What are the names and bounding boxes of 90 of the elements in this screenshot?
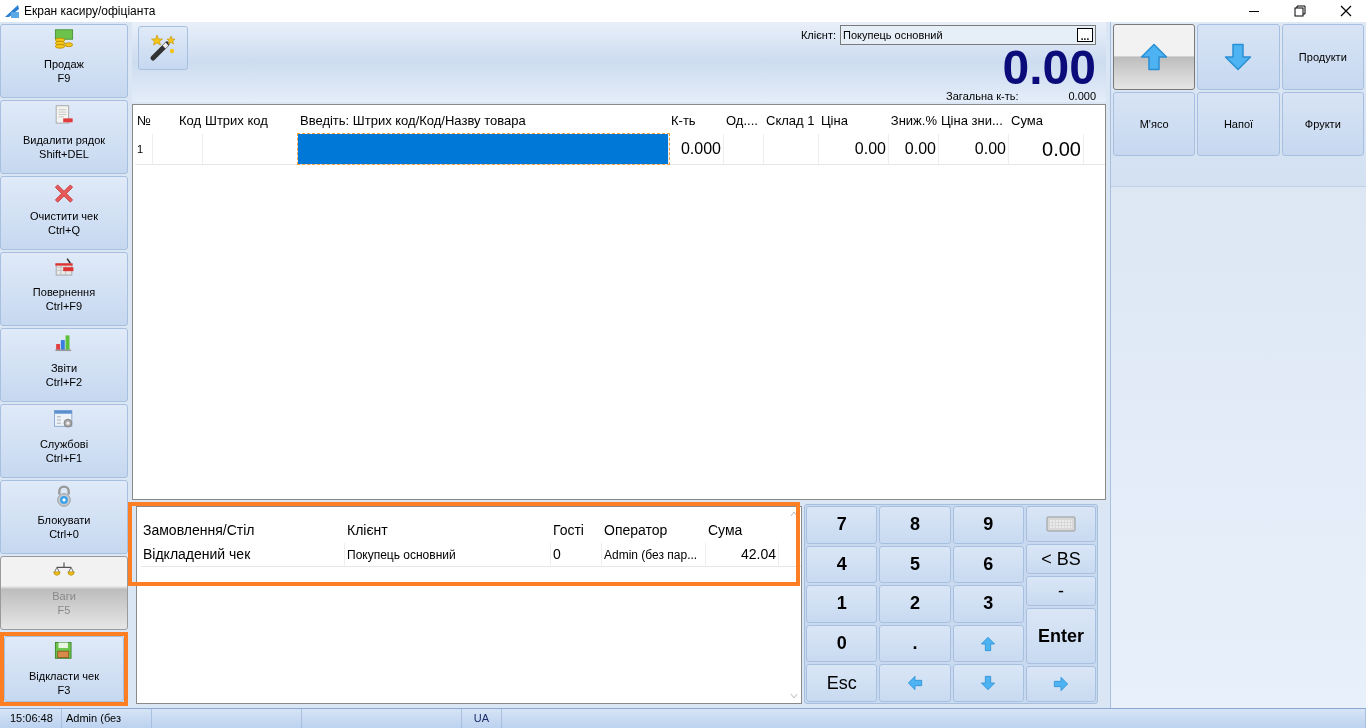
keypad-key[interactable]: 3 xyxy=(952,585,1024,623)
sidebar-button[interactable]: Блокувати Ctrl+0 xyxy=(0,480,128,554)
keypad-key[interactable]: 7 xyxy=(806,506,878,544)
status-time: 15:06:48 xyxy=(10,711,53,727)
total-amount: 0.00 xyxy=(1002,46,1096,90)
sidebar-icon xyxy=(53,409,75,431)
table-cell: 1 xyxy=(135,134,153,164)
keypad-key[interactable] xyxy=(952,624,1024,663)
sidebar-button[interactable]: Відкласти чек F3 xyxy=(4,636,124,702)
column-header[interactable]: Сума xyxy=(1009,108,1084,134)
category-button[interactable] xyxy=(1197,24,1280,90)
keypad-key[interactable]: Esc xyxy=(806,664,878,702)
table-cell[interactable]: Відкладений чек xyxy=(141,543,345,566)
table-cell[interactable]: Покупець основний xyxy=(345,543,551,566)
keypad-key[interactable]: . xyxy=(879,624,951,663)
sidebar-button[interactable]: Продаж F9 xyxy=(0,24,128,98)
keypad-key[interactable]: 4 xyxy=(806,545,878,584)
status-language: UA xyxy=(473,711,490,727)
keypad-key[interactable]: 5 xyxy=(879,545,951,584)
keypad-key[interactable]: 0 xyxy=(806,624,878,663)
keypad-key[interactable]: - xyxy=(1026,576,1096,606)
status-user: Admin (без xyxy=(66,711,121,727)
keypad-key[interactable]: 8 xyxy=(879,506,951,544)
column-header[interactable]: Зниж.% xyxy=(889,108,939,134)
arrow-left-icon xyxy=(907,675,923,692)
keypad-key[interactable]: Enter xyxy=(1026,608,1096,664)
total-quantity: 0.000 xyxy=(1068,90,1096,102)
arrow-up-icon xyxy=(980,635,997,652)
product-input-field[interactable] xyxy=(298,134,669,164)
keypad-key[interactable]: 1 xyxy=(806,585,878,623)
sidebar-button[interactable]: Очистити чек Ctrl+Q xyxy=(0,176,128,250)
column-header[interactable]: Клієнт xyxy=(345,517,551,543)
category-button[interactable]: Продукти xyxy=(1281,24,1364,90)
sidebar-button[interactable]: Звіти Ctrl+F2 xyxy=(0,328,128,402)
table-cell[interactable]: 0 xyxy=(551,543,602,566)
keyboard-icon xyxy=(1046,516,1076,532)
column-header[interactable]: № xyxy=(135,108,153,134)
total-quantity-label: Загальна к-ть: xyxy=(946,90,1019,102)
restore-icon xyxy=(1294,5,1306,17)
keypad-key[interactable] xyxy=(952,664,1024,702)
column-header[interactable]: Гості xyxy=(551,517,602,543)
sidebar-button[interactable]: Повернення Ctrl+F9 xyxy=(0,252,128,326)
column-header[interactable]: Штрих код xyxy=(203,108,298,134)
scroll-up-icon xyxy=(790,511,798,517)
sidebar-icon xyxy=(53,181,75,203)
column-header[interactable]: Ціна зни... xyxy=(939,108,1009,134)
keypad-key[interactable]: 6 xyxy=(952,545,1024,584)
sidebar-button[interactable]: Службові Ctrl+F1 xyxy=(0,404,128,478)
keypad-key[interactable]: 2 xyxy=(879,585,951,623)
keypad-key[interactable]: < BS xyxy=(1026,544,1096,574)
sidebar-icon xyxy=(53,29,75,51)
column-header[interactable]: Ціна xyxy=(819,108,889,134)
column-header[interactable]: Склад 1 xyxy=(764,108,819,134)
column-header[interactable]: Од.... xyxy=(724,108,764,134)
arrow-up-icon xyxy=(1139,42,1170,72)
window-title: Екран касиру/офіціанта xyxy=(24,3,156,20)
column-header[interactable]: Замовлення/Стіл xyxy=(141,517,345,543)
category-button[interactable] xyxy=(1113,24,1196,90)
keypad-key[interactable] xyxy=(879,664,951,702)
column-header[interactable]: Сума xyxy=(706,517,779,543)
column-header[interactable]: К-ть xyxy=(669,108,724,134)
scroll-down-icon xyxy=(790,693,798,699)
sidebar-button[interactable]: Видалити рядок Shift+DEL xyxy=(0,100,128,174)
keypad-key[interactable] xyxy=(1026,506,1096,542)
table-cell: 0.00 xyxy=(1009,134,1084,164)
column-header[interactable]: Оператор xyxy=(602,517,706,543)
table-cell: 0.000 xyxy=(669,134,724,164)
browse-button[interactable]: ... xyxy=(1077,28,1093,42)
category-button[interactable]: Фрукти xyxy=(1281,92,1364,156)
column-header[interactable]: Введіть: Штрих код/Код/Назву товара xyxy=(298,108,669,134)
table-cell[interactable]: 42.04 xyxy=(706,543,779,566)
column-header[interactable]: Код xyxy=(153,108,203,134)
category-button[interactable]: Напої xyxy=(1197,92,1280,156)
arrow-down-icon xyxy=(1223,42,1254,72)
client-field[interactable]: Покупець основний ... xyxy=(840,25,1096,45)
sidebar-icon xyxy=(53,105,75,127)
client-label: Клієнт: xyxy=(800,27,836,43)
table-cell: 0.00 xyxy=(939,134,1009,164)
keypad-key[interactable]: 9 xyxy=(952,506,1024,544)
arrow-right-icon xyxy=(1053,676,1069,692)
category-button[interactable]: М'ясо xyxy=(1113,92,1196,156)
magic-wand-button[interactable] xyxy=(138,26,188,70)
table-cell: 0.00 xyxy=(889,134,939,164)
sidebar-icon xyxy=(53,257,75,279)
app-icon xyxy=(4,3,20,19)
close-icon xyxy=(1340,5,1352,17)
table-cell[interactable]: Admin (без пар... xyxy=(602,543,706,566)
keypad-key[interactable] xyxy=(1026,666,1096,702)
arrow-down-icon xyxy=(980,675,997,692)
table-cell: 0.00 xyxy=(819,134,889,164)
